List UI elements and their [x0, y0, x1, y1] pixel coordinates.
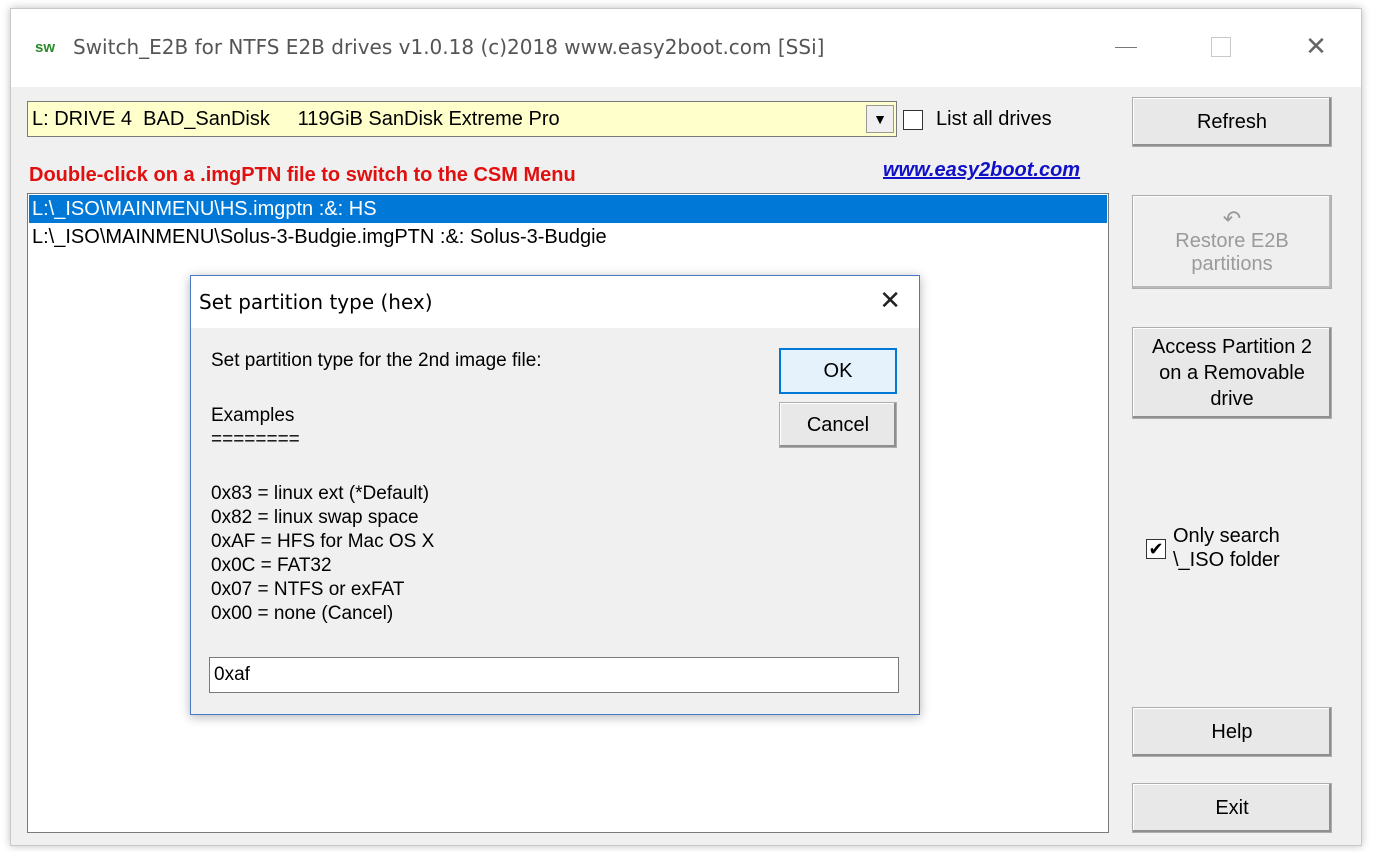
- example-line: 0x0C = FAT32: [211, 555, 332, 576]
- maximize-icon: [1211, 37, 1231, 57]
- help-button[interactable]: Help: [1132, 707, 1332, 757]
- refresh-button-label: Refresh: [1196, 110, 1268, 133]
- checkmark-icon: ✔: [1148, 539, 1164, 559]
- ok-button-label: OK: [823, 359, 853, 382]
- cancel-button[interactable]: Cancel: [779, 402, 897, 448]
- partition-type-input[interactable]: 0xaf: [209, 657, 899, 693]
- exit-button-label: Exit: [1215, 796, 1249, 819]
- set-partition-type-dialog: Set partition type (hex) ✕ Set partition…: [190, 275, 920, 715]
- only-search-line2: \_ISO folder: [1173, 549, 1280, 571]
- instructions-text: Double-click on a .imgPTN file to switch…: [29, 164, 576, 186]
- exit-button[interactable]: Exit: [1132, 783, 1332, 833]
- close-button[interactable]: ✕: [1286, 27, 1346, 67]
- cancel-button-label: Cancel: [806, 413, 870, 436]
- restore-label-line2: partitions: [1191, 253, 1273, 275]
- list-all-drives-label[interactable]: List all drives: [936, 108, 1052, 131]
- dialog-title: Set partition type (hex): [199, 290, 433, 314]
- restore-e2b-partitions-button[interactable]: ↶ Restore E2B partitions: [1132, 195, 1332, 289]
- restore-label-line1: Restore E2B: [1175, 230, 1289, 252]
- maximize-button[interactable]: [1191, 27, 1251, 67]
- window-title: Switch_E2B for NTFS E2B drives v1.0.18 (…: [73, 35, 825, 59]
- minimize-icon: [1115, 46, 1137, 48]
- example-line: 0x07 = NTFS or exFAT: [211, 579, 405, 600]
- undo-icon: ↶: [1222, 206, 1242, 231]
- minimize-button[interactable]: [1096, 27, 1156, 67]
- easy2boot-link[interactable]: www.easy2boot.com: [883, 159, 1080, 182]
- only-search-line1: Only search: [1173, 525, 1280, 547]
- partition-type-examples: 0x83 = linux ext (*Default) 0x82 = linux…: [211, 482, 434, 626]
- dialog-title-bar[interactable]: Set partition type (hex) ✕: [191, 276, 919, 328]
- list-all-drives-checkbox[interactable]: [903, 110, 923, 130]
- example-line: 0xAF = HFS for Mac OS X: [211, 531, 435, 552]
- dropdown-arrow-icon[interactable]: ▼: [866, 105, 894, 133]
- example-line: 0x00 = none (Cancel): [211, 603, 394, 624]
- example-line: 0x83 = linux ext (*Default): [211, 483, 430, 504]
- examples-heading: Examples ========: [211, 404, 300, 452]
- examples-title: Examples: [211, 405, 295, 426]
- title-bar[interactable]: sw Switch_E2B for NTFS E2B drives v1.0.1…: [11, 9, 1361, 87]
- dialog-prompt: Set partition type for the 2nd image fil…: [211, 350, 542, 371]
- refresh-button[interactable]: Refresh: [1132, 97, 1332, 147]
- access-partition-2-button[interactable]: Access Partition 2 on a Removable drive: [1132, 327, 1332, 419]
- ok-button[interactable]: OK: [779, 348, 897, 394]
- drive-dropdown[interactable]: L: DRIVE 4 BAD_SanDisk 119GiB SanDisk Ex…: [27, 101, 897, 137]
- list-item[interactable]: L:\_ISO\MAINMENU\HS.imgptn :&: HS: [29, 195, 1107, 223]
- example-line: 0x82 = linux swap space: [211, 507, 419, 528]
- only-search-iso-checkbox[interactable]: ✔: [1146, 539, 1166, 559]
- drive-dropdown-value: L: DRIVE 4 BAD_SanDisk 119GiB SanDisk Ex…: [32, 108, 560, 130]
- list-item[interactable]: L:\_ISO\MAINMENU\Solus-3-Budgie.imgPTN :…: [29, 223, 1107, 251]
- dialog-close-icon[interactable]: ✕: [879, 286, 901, 316]
- examples-rule: ========: [211, 429, 300, 450]
- only-search-iso-label[interactable]: Only search \_ISO folder: [1173, 524, 1280, 572]
- access-partition-label: Access Partition 2 on a Removable drive: [1151, 336, 1313, 410]
- close-icon: ✕: [1305, 32, 1327, 62]
- help-button-label: Help: [1211, 720, 1253, 743]
- app-logo-icon: sw: [35, 39, 56, 56]
